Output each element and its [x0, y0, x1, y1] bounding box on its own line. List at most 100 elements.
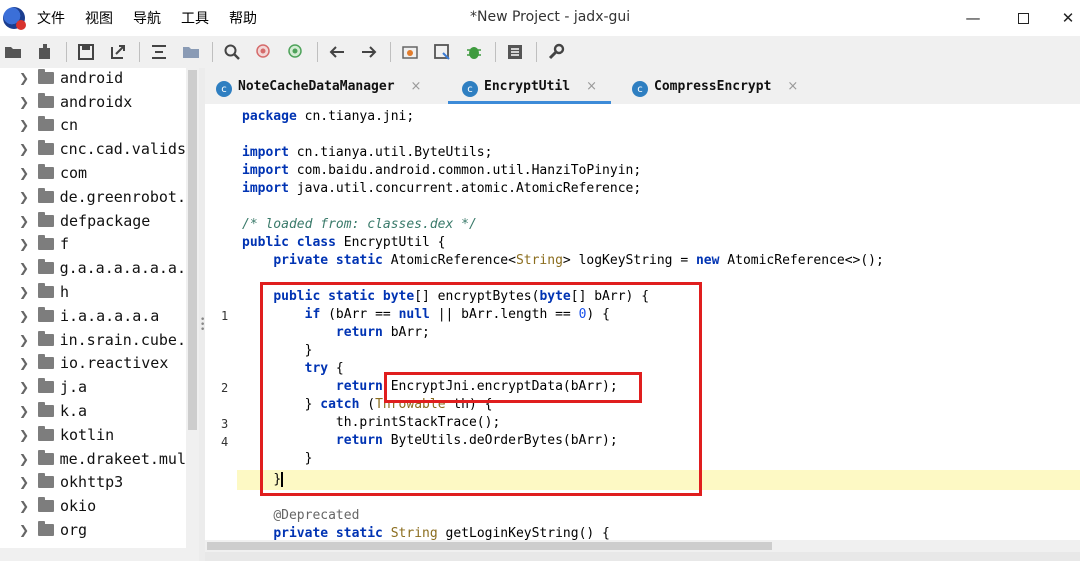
chevron-right-icon[interactable]: ❯ [14, 190, 34, 204]
package-folder-icon [38, 521, 54, 537]
usage-search-icon[interactable] [285, 41, 307, 63]
tree-item[interactable]: ❯ j.a [0, 375, 186, 399]
minimize-button[interactable]: — [950, 0, 996, 36]
chevron-right-icon[interactable]: ❯ [14, 333, 34, 347]
scrollbar-thumb[interactable] [207, 542, 772, 550]
chevron-right-icon[interactable]: ❯ [14, 428, 34, 442]
package-folder-icon [37, 187, 54, 203]
jadx-logo-icon [3, 7, 26, 30]
tree-item[interactable]: ❯ okio [0, 494, 186, 518]
close-button[interactable]: ✕ [1045, 0, 1080, 36]
window-title: *New Project - jadx-gui [470, 9, 631, 25]
tree-item[interactable]: ❯ kotlin [0, 423, 186, 447]
gutter-number: 2 [221, 381, 229, 395]
package-folder-icon [38, 354, 54, 370]
class-icon: c [632, 81, 648, 97]
package-folder-icon [38, 164, 54, 180]
menu-tools[interactable]: 工具 [181, 8, 209, 28]
chevron-right-icon[interactable]: ❯ [14, 118, 34, 132]
tree-item[interactable]: ❯ com [0, 161, 186, 185]
tab-label: EncryptUtil [484, 78, 571, 94]
quark-icon[interactable] [431, 41, 453, 63]
tree-item[interactable]: ❯ g.a.a.a.a.a.a. [0, 256, 186, 280]
tree-vertical-scrollbar[interactable] [186, 68, 199, 548]
tree-item[interactable]: ❯ de.greenrobot. [0, 185, 186, 209]
package-folder-icon [38, 283, 54, 299]
chevron-right-icon[interactable]: ❯ [14, 95, 34, 109]
tree-item[interactable]: ❯ defpackage [0, 209, 186, 233]
open-folder-icon[interactable] [2, 41, 24, 63]
chevron-right-icon[interactable]: ❯ [14, 71, 34, 85]
debug-bug-icon[interactable] [463, 41, 485, 63]
chevron-right-icon[interactable]: ❯ [14, 356, 34, 370]
package-folder-icon [37, 449, 54, 465]
tree-item[interactable]: ❯ f [0, 233, 186, 257]
menu-view[interactable]: 视图 [85, 8, 113, 28]
class-icon: c [216, 81, 232, 97]
close-tab-icon[interactable]: × [411, 79, 422, 94]
chevron-right-icon[interactable]: ❯ [14, 499, 34, 513]
menu-help[interactable]: 帮助 [229, 8, 257, 28]
editor-horizontal-scrollbar[interactable] [205, 540, 1080, 552]
forward-arrow-icon[interactable] [358, 41, 380, 63]
package-folder-icon [37, 259, 54, 275]
tab-label: NoteCacheDataManager [238, 78, 395, 94]
chevron-right-icon[interactable]: ❯ [14, 309, 34, 323]
chevron-right-icon[interactable]: ❯ [14, 523, 34, 537]
tab-compressencrypt[interactable]: c CompressEncrypt × [632, 68, 798, 104]
tree-item[interactable]: ❯ h [0, 280, 186, 304]
chevron-right-icon[interactable]: ❯ [14, 452, 34, 466]
save-icon[interactable] [75, 41, 97, 63]
flatten-packages-icon[interactable] [180, 41, 202, 63]
search-icon[interactable] [221, 41, 243, 63]
chevron-right-icon[interactable]: ❯ [14, 475, 34, 489]
tab-notecachedatamanager[interactable]: c NoteCacheDataManager × [216, 68, 421, 104]
close-tab-icon[interactable]: × [586, 79, 597, 94]
tree-item[interactable]: ❯ androidx [0, 90, 186, 114]
scrollbar-thumb[interactable] [188, 70, 197, 430]
tree-item[interactable]: ❯ me.drakeet.mul [0, 447, 186, 471]
chevron-right-icon[interactable]: ❯ [14, 285, 34, 299]
tab-label: CompressEncrypt [654, 78, 772, 94]
menu-bar: 文件 视图 导航 工具 帮助 [37, 8, 277, 28]
annotation-box-encrypt-call [384, 372, 642, 403]
tree-item[interactable]: ❯ io.reactivex [0, 352, 186, 376]
tree-item[interactable]: ❯ cn [0, 114, 186, 138]
sync-tree-icon[interactable] [148, 41, 170, 63]
class-search-icon[interactable] [253, 41, 275, 63]
toolbar-separator [495, 42, 496, 62]
tree-item[interactable]: ❯ i.a.a.a.a.a [0, 304, 186, 328]
toolbar-separator [390, 42, 391, 62]
chevron-right-icon[interactable]: ❯ [14, 261, 34, 275]
package-folder-icon [38, 211, 54, 227]
chevron-right-icon[interactable]: ❯ [14, 380, 34, 394]
maximize-button[interactable] [1000, 0, 1046, 36]
tree-item[interactable]: ❯ org [0, 518, 186, 542]
tree-item[interactable]: ❯ okhttp3 [0, 471, 186, 495]
tab-encryptutil[interactable]: c EncryptUtil × [448, 68, 611, 104]
log-viewer-icon[interactable] [504, 41, 526, 63]
menu-file[interactable]: 文件 [37, 8, 65, 28]
chevron-right-icon[interactable]: ❯ [14, 404, 34, 418]
package-folder-icon [38, 306, 54, 322]
package-folder-icon [37, 140, 54, 156]
back-arrow-icon[interactable] [326, 41, 348, 63]
export-icon[interactable] [107, 41, 129, 63]
toolbar-separator [536, 42, 537, 62]
deobfuscation-icon[interactable] [399, 41, 421, 63]
tree-horizontal-scrollbar[interactable] [0, 548, 199, 561]
tree-item[interactable]: ❯ cnc.cad.valids [0, 137, 186, 161]
chevron-right-icon[interactable]: ❯ [14, 142, 34, 156]
chevron-right-icon[interactable]: ❯ [14, 237, 34, 251]
tree-item[interactable]: ❯ in.srain.cube. [0, 328, 186, 352]
close-tab-icon[interactable]: × [787, 79, 798, 94]
tree-item[interactable]: ❯ k.a [0, 399, 186, 423]
line-number-gutter: 1 2 3 4 [205, 104, 237, 542]
preferences-wrench-icon[interactable] [545, 41, 567, 63]
add-files-icon[interactable] [34, 41, 56, 63]
chevron-right-icon[interactable]: ❯ [14, 166, 34, 180]
chevron-right-icon[interactable]: ❯ [14, 214, 34, 228]
menu-navigate[interactable]: 导航 [133, 8, 161, 28]
editor-tab-bar: c NoteCacheDataManager × c EncryptUtil ×… [205, 68, 1080, 104]
tree-item[interactable]: ❯ android [0, 68, 186, 90]
